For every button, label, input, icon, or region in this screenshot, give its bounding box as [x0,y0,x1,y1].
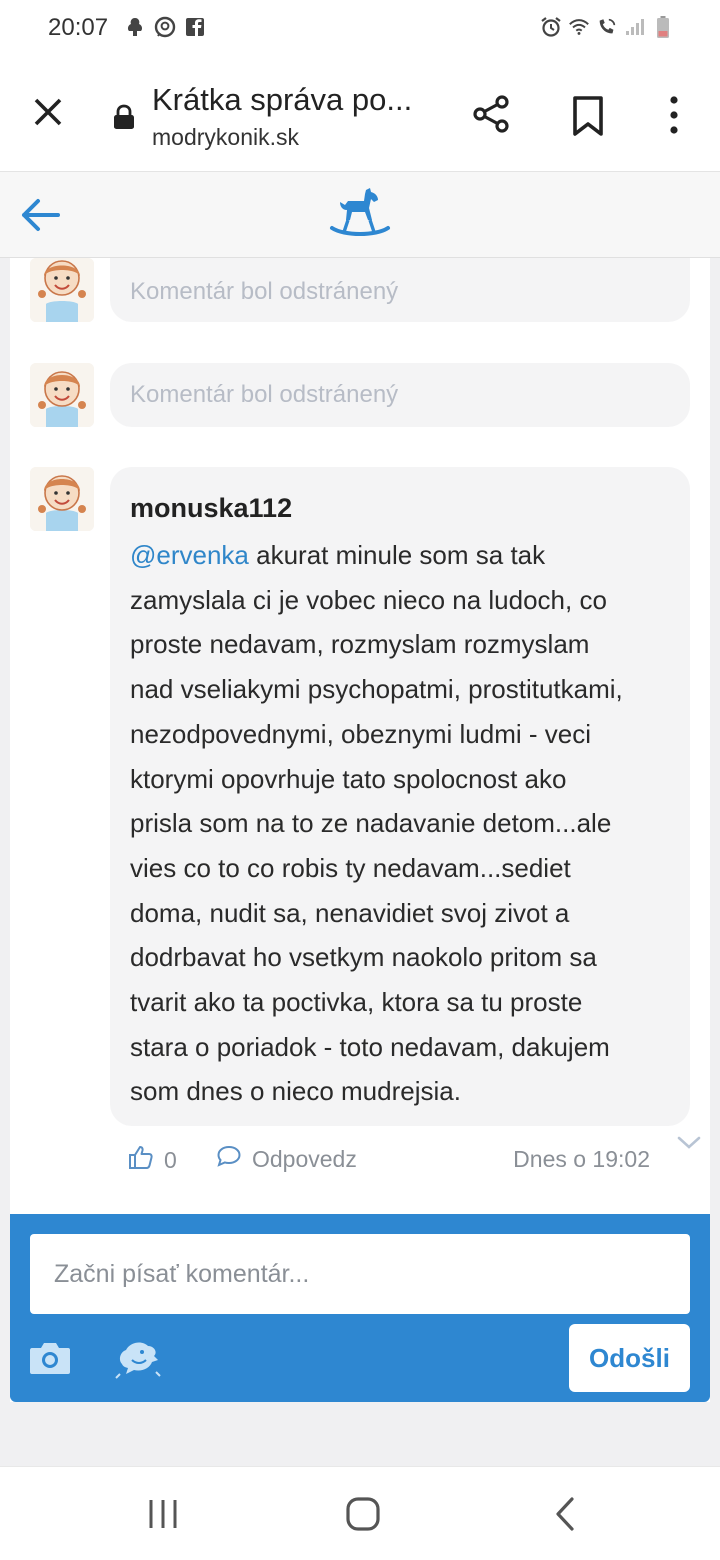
page-footer-area [0,1402,720,1466]
messenger-icon [154,16,176,38]
comment-composer: Odošli [10,1214,710,1402]
comment-bubble: monuska112 @ervenka akurat minule som sa… [110,467,690,1126]
comment-line: som dnes o nieco mudrejsia. [130,1076,461,1107]
comment-line: dodrbavat ho vsetkym naokolo pritom sa [130,942,597,973]
status-left-icons [124,16,206,38]
share-icon[interactable] [470,92,514,136]
comment-line: zamyslala ci je vobec nieco na ludoch, c… [130,584,607,615]
content-gutter-right [710,258,720,1468]
close-icon[interactable] [28,92,68,132]
system-nav-bar [0,1466,720,1560]
deleted-comment-text: Komentár bol odstránený [130,381,399,408]
deleted-comment-text: Komentár bol odstránený [130,278,399,305]
comment-bubble-deleted: Komentár bol odstránený [110,258,690,322]
battery-icon [652,16,674,38]
comment-line: ktorymi opovrhuje tato spolocnost ako [130,763,567,794]
url-domain[interactable]: modrykonik.sk [152,124,299,151]
avatar[interactable] [30,363,94,427]
comment-line: nad vseliakymi psychopatmi, prostitutkam… [130,674,623,705]
like-button[interactable]: 0 [128,1144,177,1176]
alarm-icon [540,16,562,38]
home-icon[interactable] [344,1495,382,1533]
reply-label: Odpovedz [252,1145,357,1172]
back-icon[interactable] [552,1495,578,1533]
more-vertical-icon[interactable] [660,94,688,138]
signal-icon [624,16,646,38]
send-button[interactable]: Odošli [569,1324,690,1392]
browser-toolbar: Krátka správa po... modrykonik.sk [0,62,720,172]
comment-line: proste nedavam, rozmyslam rozmyslam [130,629,590,660]
comment-line: vies co to co robis ty nedavam...sediet [130,852,571,883]
comment-author[interactable]: monuska112 [130,493,292,524]
wifi-icon [568,16,590,38]
status-right-icons [540,16,674,38]
wifi-call-icon [596,16,618,38]
like-count: 0 [164,1146,177,1173]
page-title[interactable]: Krátka správa po... [152,82,432,118]
comment-input[interactable] [30,1234,690,1314]
status-bar: 20:07 [0,0,720,62]
mention-link[interactable]: @ervenka [130,540,249,570]
sticker-icon[interactable] [112,1334,162,1380]
recents-icon[interactable] [146,1497,180,1531]
notification-icon [124,16,146,38]
thumbs-up-icon [128,1144,154,1176]
comment-line: prisla som na to ze nadavanie detom...al… [130,808,612,839]
comment-line: @ervenka akurat minule som sa tak [130,533,670,578]
status-time: 20:07 [48,14,109,41]
comment-body: @ervenka akurat minule som sa tak zamysl… [130,533,670,1114]
comment-bubble-deleted: Komentár bol odstránený [110,363,690,427]
comment-line: tvarit ako ta poctivka, ktora sa tu pros… [130,987,583,1018]
content-gutter-left [0,258,10,1468]
camera-icon[interactable] [28,1338,72,1378]
comment-text: akurat minule som sa tak [248,540,546,570]
comment-actions: 0 Odpovedz Dnes o 19:02 [120,1138,680,1178]
comment-line: doma, nudit sa, nenavidiet svoj zivot a [130,897,570,928]
comment-line: stara o poriadok - toto nedavam, dakujem [130,1031,610,1062]
facebook-icon [184,16,206,38]
comment-timestamp: Dnes o 19:02 [513,1146,650,1172]
lock-icon [112,104,136,130]
comment-line: nezodpovednymi, obeznymi ludmi - veci [130,718,591,749]
rocking-horse-logo[interactable] [328,186,392,244]
speech-bubble-icon [216,1144,242,1174]
comments-list: Komentár bol odstránený Komentár bol ods… [10,258,710,1214]
site-header [0,172,720,258]
bookmark-icon[interactable] [568,94,608,138]
avatar[interactable] [30,258,94,322]
arrow-left-icon[interactable] [18,192,64,238]
avatar[interactable] [30,467,94,531]
reply-button[interactable]: Odpovedz [216,1144,357,1174]
